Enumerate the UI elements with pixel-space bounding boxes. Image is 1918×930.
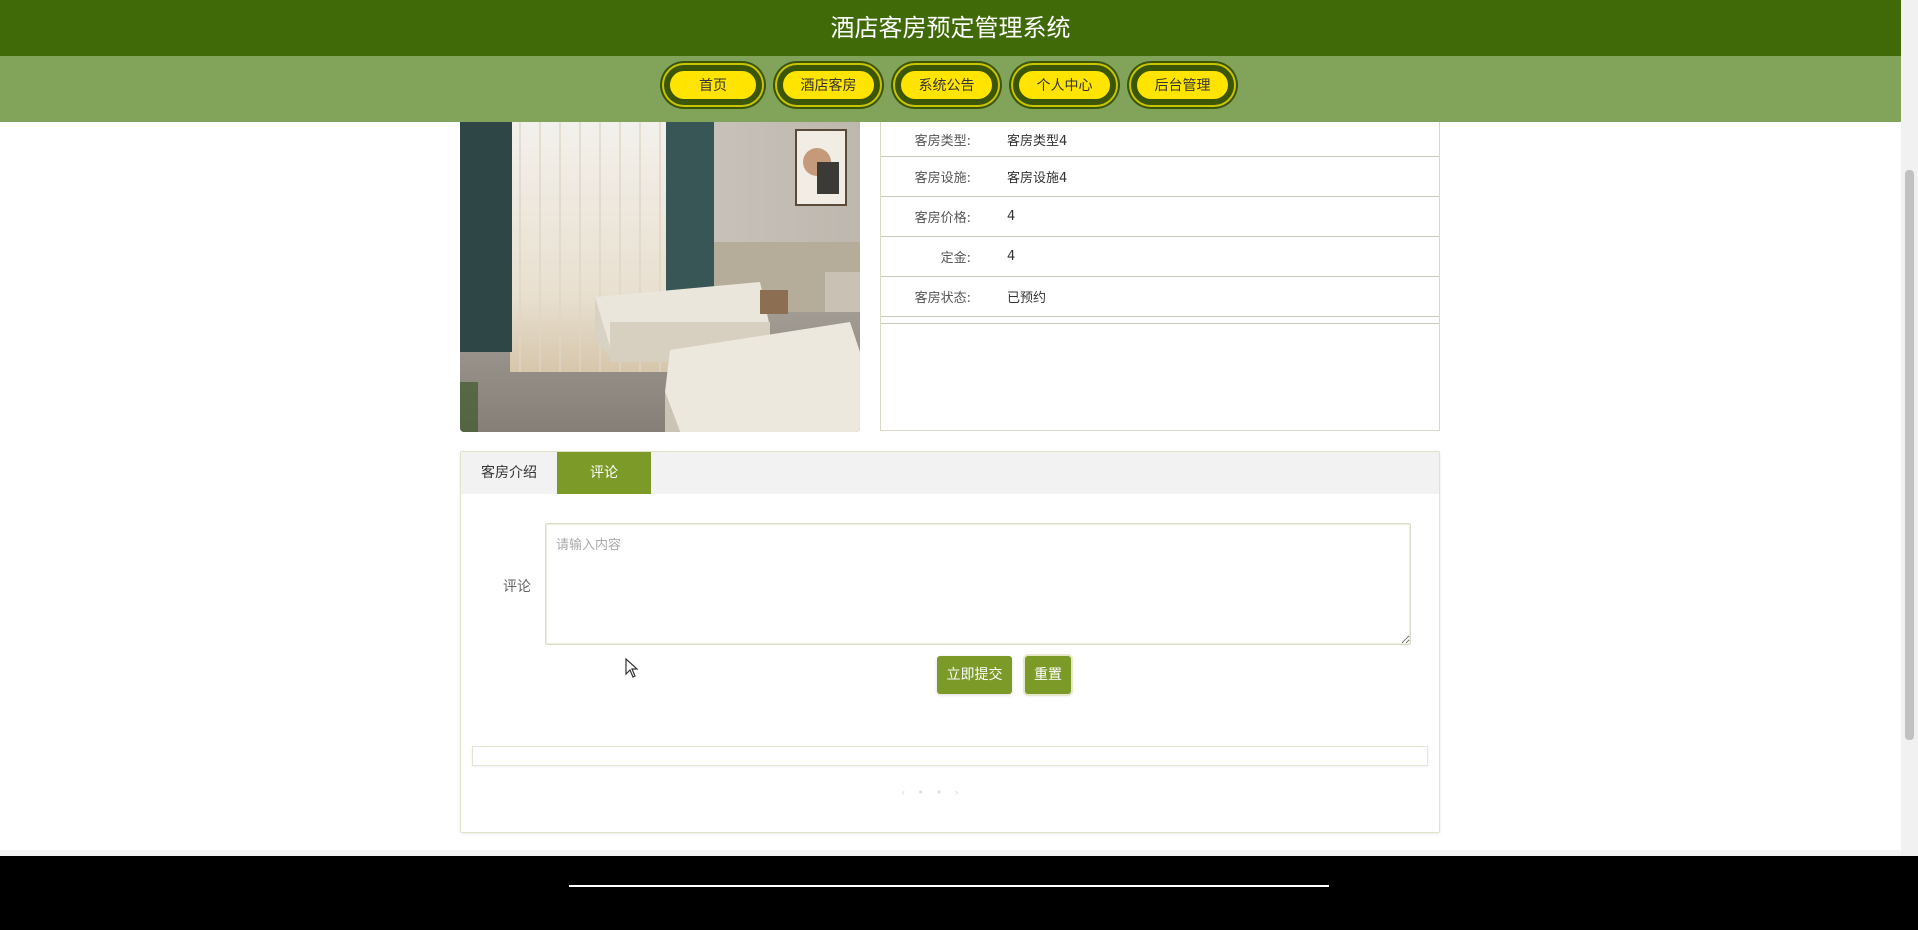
info-row-deposit: 定金: 4 (881, 237, 1439, 277)
info-row-room-facilities: 客房设施: 客房设施4 (881, 157, 1439, 197)
comment-list (472, 746, 1428, 766)
info-row-room-type: 客房类型: 客房类型4 (881, 122, 1439, 157)
info-label: 定金: (940, 251, 971, 266)
info-value: 客房类型4 (1007, 133, 1068, 149)
nav-item-admin[interactable]: 后台管理 (1131, 65, 1234, 105)
pager-dot-icon[interactable]: • (936, 786, 943, 799)
vertical-scrollbar[interactable] (1901, 0, 1918, 856)
pager-next-icon[interactable]: › (954, 786, 958, 799)
nav-list: 首页 酒店客房 系统公告 个人中心 后台管理 (664, 65, 1234, 105)
pager-dot-icon[interactable]: • (917, 786, 924, 799)
nav-item-hotel-rooms[interactable]: 酒店客房 (777, 65, 880, 105)
info-label: 客房价格: (914, 211, 971, 226)
comment-textarea[interactable] (545, 523, 1411, 645)
info-label: 客房状态: (914, 291, 971, 306)
pagination: ‹ • • › (901, 786, 959, 799)
scrollbar-thumb[interactable] (1905, 170, 1914, 740)
footer (0, 856, 1918, 930)
submit-button[interactable]: 立即提交 (937, 656, 1012, 694)
mouse-cursor-icon (625, 658, 639, 678)
room-info-table: 客房类型: 客房类型4 客房设施: 客房设施4 客房价格: 4 定金: 4 客房… (880, 122, 1440, 431)
info-value: 4 (1007, 249, 1016, 264)
pager-prev-icon[interactable]: ‹ (901, 786, 905, 799)
tab-room-intro[interactable]: 客房介绍 (461, 452, 557, 494)
info-value: 客房设施4 (1007, 171, 1068, 186)
info-row-room-price: 客房价格: 4 (881, 197, 1439, 237)
nav-item-announcements[interactable]: 系统公告 (895, 65, 998, 105)
status-value: 已预约 (1007, 291, 1047, 306)
info-value: 4 (1007, 209, 1016, 224)
nav-item-home[interactable]: 首页 (664, 65, 762, 105)
tab-header: 客房介绍 评论 (461, 452, 1439, 494)
nav-item-personal-center[interactable]: 个人中心 (1013, 65, 1116, 105)
page: 酒店客房预定管理系统 首页 酒店客房 系统公告 个人中心 后台管理 客房类型: … (0, 0, 1918, 930)
info-label: 客房类型: (914, 133, 971, 149)
tab-comments[interactable]: 评论 (557, 452, 651, 494)
info-label: 客房设施: (914, 171, 971, 186)
info-divider (881, 317, 1439, 324)
comment-label: 评论 (503, 579, 531, 595)
footer-divider (569, 885, 1329, 887)
reset-button[interactable]: 重置 (1025, 656, 1071, 694)
detail-tabs-panel: 客房介绍 评论 评论 立即提交 重置 ‹ • • › (460, 451, 1440, 833)
info-row-room-status: 客房状态: 已预约 (881, 277, 1439, 317)
main-nav: 首页 酒店客房 系统公告 个人中心 后台管理 (0, 56, 1901, 122)
room-photo (460, 122, 860, 432)
site-title: 酒店客房预定管理系统 (0, 0, 1901, 56)
